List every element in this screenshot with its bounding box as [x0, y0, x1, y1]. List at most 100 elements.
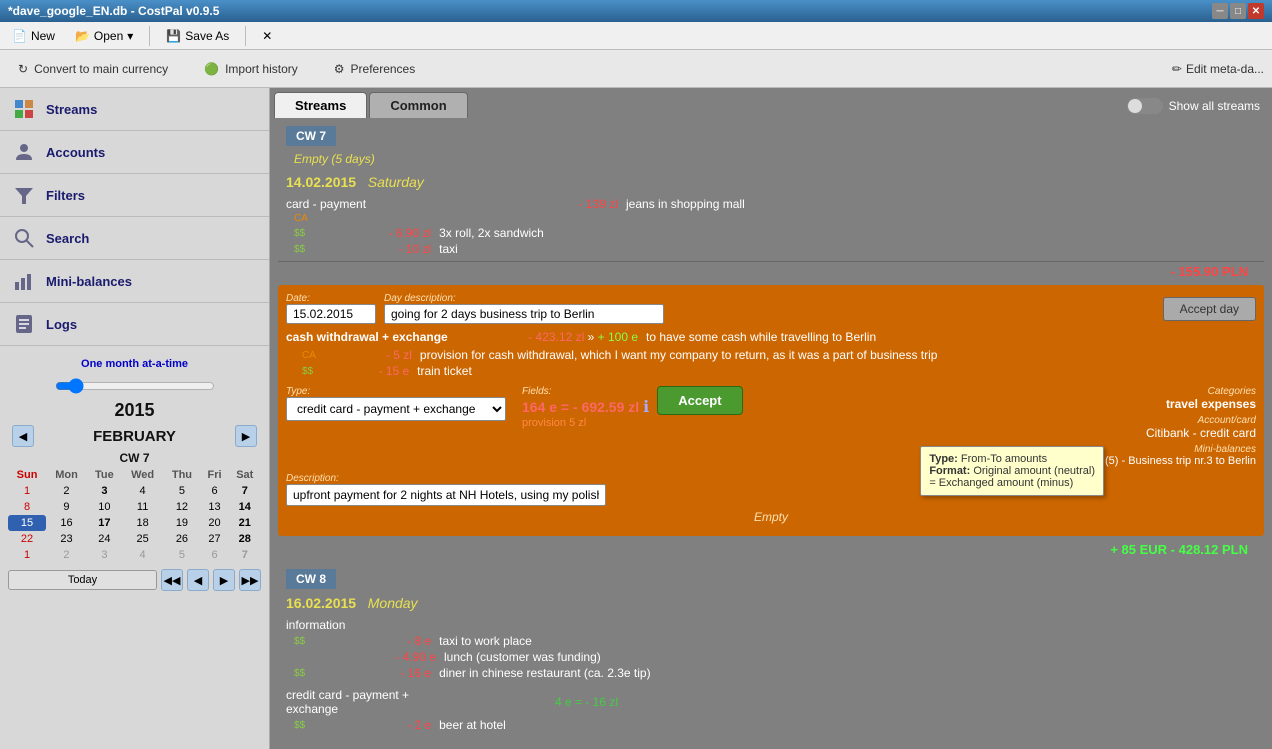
edit-sub-desc-ss: train ticket	[417, 364, 472, 378]
sub-amount-info1: - 8 e	[309, 634, 439, 648]
calendar-day[interactable]: 2	[46, 483, 87, 499]
calendar-day[interactable]: 25	[122, 531, 164, 547]
sub-tag-info3: $$	[294, 668, 305, 679]
mini-balances-icon	[12, 269, 36, 293]
window-controls: ─ □ ✕	[1212, 3, 1264, 19]
accept-green-button[interactable]: Accept	[657, 386, 742, 415]
edit-day-desc-input[interactable]	[384, 304, 664, 324]
sub-row-ss1: $$ - 6.90 zl 3x roll, 2x sandwich	[294, 225, 1256, 241]
sidebar-item-mini-balances[interactable]: Mini-balances	[0, 260, 269, 303]
calendar-day[interactable]: 5	[163, 483, 200, 499]
calendar-day[interactable]: 15	[8, 515, 46, 531]
calendar-day[interactable]: 8	[8, 499, 46, 515]
tab-common[interactable]: Common	[369, 92, 467, 118]
tab-streams[interactable]: Streams	[274, 92, 367, 118]
last-week-button[interactable]: ▶▶	[239, 569, 261, 591]
calendar-day[interactable]: 3	[87, 483, 122, 499]
calendar-day[interactable]: 3	[87, 547, 122, 563]
calendar-day[interactable]: 19	[163, 515, 200, 531]
tooltip-type: Type: From-To amounts	[929, 453, 1095, 465]
trans-amount-credit: 4 e = - 16 zl	[486, 695, 626, 709]
calendar-day[interactable]: 17	[87, 515, 122, 531]
edit-trans-desc-cash: to have some cash while travelling to Be…	[646, 330, 1256, 344]
convert-currency-button[interactable]: ↻ Convert to main currency	[8, 58, 178, 80]
calendar-day[interactable]: 1	[8, 483, 46, 499]
edit-block: Date: Day description: Accept day cash w…	[278, 285, 1264, 536]
next-week-button[interactable]: ▶	[213, 569, 235, 591]
calendar-day[interactable]: 26	[163, 531, 200, 547]
calendar-day[interactable]: 11	[122, 499, 164, 515]
calendar-day[interactable]: 7	[229, 547, 261, 563]
import-history-button[interactable]: 🟢 Import history	[194, 58, 308, 80]
calendar-day[interactable]: 18	[122, 515, 164, 531]
trans-amount-card: - 139 zl	[486, 197, 626, 211]
tabs-bar: Streams Common Show all streams	[270, 88, 1272, 118]
menu-close[interactable]: ✕	[254, 26, 280, 46]
sidebar-item-logs[interactable]: Logs	[0, 303, 269, 346]
sub-row-ca: CA	[294, 212, 1256, 225]
preferences-button[interactable]: ⚙ Preferences	[324, 58, 425, 80]
calendar-day[interactable]: 1	[8, 547, 46, 563]
day-total-14: - 155.90 PLN	[278, 261, 1264, 281]
calendar-day[interactable]: 4	[122, 483, 164, 499]
first-week-button[interactable]: ◀◀	[161, 569, 183, 591]
edit-sub-amount-ss: - 15 e	[317, 364, 417, 378]
calendar-day[interactable]: 5	[163, 547, 200, 563]
calendar-day[interactable]: 10	[87, 499, 122, 515]
week-nav: ◀◀ ◀ ▶ ▶▶	[161, 567, 261, 593]
sub-desc-credit1: beer at hotel	[439, 718, 506, 732]
today-button[interactable]: Today	[8, 570, 157, 590]
calendar-day[interactable]: 9	[46, 499, 87, 515]
toggle-switch[interactable]	[1127, 98, 1163, 114]
date-16-02: 16.02.2015 Monday	[270, 591, 1272, 613]
calendar-day[interactable]: 7	[229, 483, 261, 499]
calendar-day[interactable]: 6	[201, 547, 229, 563]
sidebar-item-filters[interactable]: Filters	[0, 174, 269, 217]
sidebar-item-search[interactable]: Search	[0, 217, 269, 260]
calendar-day[interactable]: 24	[87, 531, 122, 547]
calendar-day[interactable]: 4	[122, 547, 164, 563]
calendar-day[interactable]: 16	[46, 515, 87, 531]
calendar-day[interactable]: 23	[46, 531, 87, 547]
calendar-day[interactable]: 6	[201, 483, 229, 499]
minimize-button[interactable]: ─	[1212, 3, 1228, 19]
menu-save-as[interactable]: 💾 Save As	[158, 26, 237, 46]
edit-sub-amount-ca: - 5 zl	[320, 348, 420, 362]
menu-open[interactable]: 📂 Open ▾	[67, 26, 141, 46]
content-area: Streams Common Show all streams CW 7 Emp…	[270, 88, 1272, 749]
accept-day-button[interactable]: Accept day	[1163, 297, 1256, 321]
month-range-slider[interactable]	[55, 378, 215, 394]
menu-new[interactable]: 📄 New	[4, 26, 63, 46]
calendar-day[interactable]: 12	[163, 499, 200, 515]
edit-description-input[interactable]	[286, 484, 606, 506]
sub-tag-credit1: $$	[294, 720, 305, 731]
edit-fields-amount: 164 e = - 692.59 zl	[522, 399, 639, 415]
info-icon[interactable]: ℹ	[643, 397, 649, 417]
sidebar-item-streams[interactable]: Streams	[0, 88, 269, 131]
calendar-day[interactable]: 13	[201, 499, 229, 515]
calendar-day[interactable]: 20	[201, 515, 229, 531]
calendar-day[interactable]: 27	[201, 531, 229, 547]
sub-desc-info1: taxi to work place	[439, 634, 532, 648]
show-all-streams-toggle[interactable]: Show all streams	[1119, 94, 1268, 118]
edit-amount-eur: + 100 e	[598, 330, 638, 344]
sidebar-item-accounts[interactable]: Accounts	[0, 131, 269, 174]
edit-meta-button[interactable]: ✏ Edit meta-da...	[1172, 62, 1264, 76]
maximize-button[interactable]: □	[1230, 3, 1246, 19]
tooltip-eq: = Exchanged amount (minus)	[929, 477, 1095, 489]
next-month-button[interactable]: ▶	[235, 425, 257, 447]
prev-week-button[interactable]: ◀	[187, 569, 209, 591]
calendar-day[interactable]: 2	[46, 547, 87, 563]
app-title: *dave_google_EN.db - CostPal v0.9.5	[8, 4, 219, 18]
calendar-day[interactable]: 22	[8, 531, 46, 547]
calendar-day[interactable]: 28	[229, 531, 261, 547]
prev-month-button[interactable]: ◀	[12, 425, 34, 447]
edit-amount-zl: - 423.12 zl	[528, 330, 584, 344]
calendar-day[interactable]: 14	[229, 499, 261, 515]
tooltip-format: Format: Original amount (neutral)	[929, 465, 1095, 477]
edit-date-input[interactable]	[286, 304, 376, 324]
edit-type-select[interactable]: credit card - payment + exchange	[286, 397, 506, 421]
calendar-day[interactable]: 21	[229, 515, 261, 531]
close-button[interactable]: ✕	[1248, 3, 1264, 19]
edit-meta-icon: ✏	[1172, 62, 1182, 76]
